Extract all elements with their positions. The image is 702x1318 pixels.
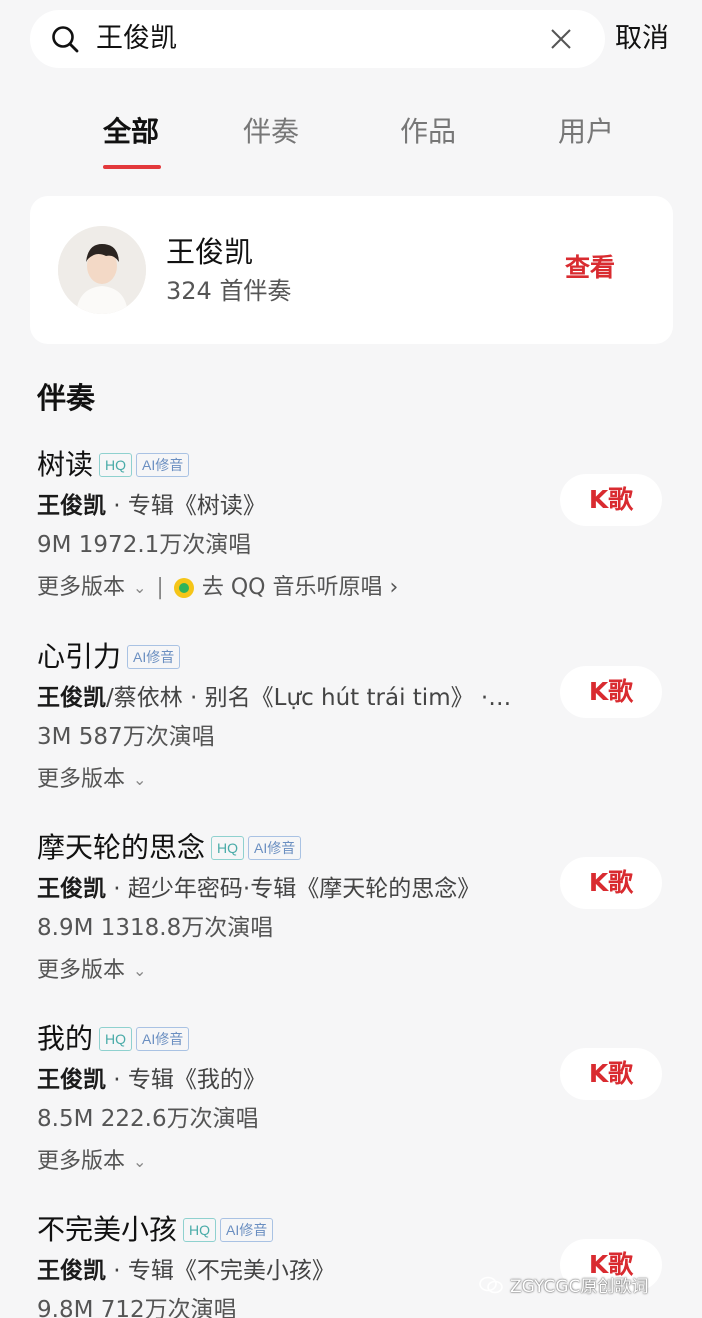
- song-album: · 专辑《不完美小孩》: [106, 1258, 335, 1284]
- more-versions-row: 更多版本 ⌄: [37, 764, 146, 796]
- chevron-down-icon: ⌄: [133, 961, 147, 980]
- song-subtitle: 王俊凯 · 专辑《我的》: [37, 1063, 549, 1097]
- more-versions-row: 更多版本 ⌄ | 去 QQ 音乐听原唱 ›: [37, 572, 398, 604]
- song-subtitle: 王俊凯/蔡依林 · 别名《Lực hút trái tim》 ·…: [37, 681, 549, 715]
- chevron-down-icon: ⌄: [133, 1152, 147, 1171]
- song-album: · 专辑《我的》: [106, 1067, 266, 1093]
- tab-works[interactable]: 作品: [400, 112, 456, 152]
- ai-badge: AI修音: [220, 1218, 274, 1242]
- k-song-button[interactable]: K歌: [560, 666, 662, 718]
- search-bar[interactable]: 王俊凯: [30, 10, 605, 68]
- song-stats: 3M 587万次演唱: [37, 724, 215, 750]
- listen-original-link[interactable]: 去 QQ 音乐听原唱 ›: [202, 572, 398, 604]
- song-artist[interactable]: 王俊凯: [37, 876, 106, 902]
- tab-users[interactable]: 用户: [558, 112, 614, 152]
- song-stats: 9M 1972.1万次演唱: [37, 532, 252, 558]
- ai-badge: AI修音: [136, 1027, 190, 1051]
- active-tab-indicator: [103, 165, 161, 169]
- artist-name: 王俊凯: [166, 235, 254, 269]
- hq-badge: HQ: [99, 1027, 133, 1051]
- cancel-button[interactable]: 取消: [615, 20, 669, 58]
- watermark: ZGYCGC原创歌词: [478, 1272, 648, 1297]
- more-versions-row: 更多版本 ⌄: [37, 955, 146, 987]
- tab-all[interactable]: 全部: [103, 112, 159, 152]
- song-artist[interactable]: 王俊凯: [37, 1258, 106, 1284]
- song-artist[interactable]: 王俊凯: [37, 493, 106, 519]
- section-title: 伴奏: [37, 381, 96, 415]
- qq-music-icon: [173, 578, 194, 598]
- tab-accompaniment[interactable]: 伴奏: [243, 112, 299, 152]
- song-stats: 9.8M 712万次演唱: [37, 1297, 237, 1318]
- more-versions-button[interactable]: 更多版本: [37, 955, 125, 987]
- song-subtitle: 王俊凯 · 超少年密码·专辑《摩天轮的思念》: [37, 872, 549, 906]
- song-stats: 8.9M 1318.8万次演唱: [37, 915, 274, 941]
- hq-badge: HQ: [211, 836, 245, 860]
- hq-badge: HQ: [99, 453, 133, 477]
- chevron-down-icon: ⌄: [133, 770, 147, 789]
- divider: |: [156, 575, 164, 600]
- more-versions-button[interactable]: 更多版本: [37, 1146, 125, 1178]
- k-song-button[interactable]: K歌: [560, 474, 662, 526]
- ai-badge: AI修音: [136, 453, 190, 477]
- artist-accompaniment-count: 324 首伴奏: [166, 277, 292, 305]
- song-title: 不完美小孩: [37, 1213, 178, 1246]
- close-icon[interactable]: [548, 26, 574, 52]
- more-versions-row: 更多版本 ⌄: [37, 1146, 146, 1178]
- view-artist-button[interactable]: 查看: [565, 250, 615, 286]
- ai-badge: AI修音: [127, 645, 181, 669]
- k-song-button[interactable]: K歌: [560, 1048, 662, 1100]
- avatar: [58, 226, 146, 314]
- song-title: 我的: [37, 1022, 94, 1055]
- song-artist[interactable]: 王俊凯: [37, 685, 106, 711]
- k-song-button[interactable]: K歌: [560, 857, 662, 909]
- song-title: 摩天轮的思念: [37, 831, 206, 864]
- search-input[interactable]: 王俊凯: [96, 20, 177, 58]
- song-title: 树读: [37, 448, 94, 481]
- wechat-icon: [479, 1276, 503, 1293]
- search-icon: [52, 26, 79, 53]
- song-album: · 专辑《树读》: [106, 493, 266, 519]
- hq-badge: HQ: [183, 1218, 217, 1242]
- more-versions-button[interactable]: 更多版本: [37, 572, 125, 604]
- list-item[interactable]: 不完美小孩 HQ AI修音 王俊凯 · 专辑《不完美小孩》 9.8M 712万次…: [0, 1210, 702, 1318]
- song-album: · 超少年密码·专辑《摩天轮的思念》: [106, 876, 481, 902]
- more-versions-button[interactable]: 更多版本: [37, 764, 125, 796]
- watermark-text: ZGYCGC原创歌词: [510, 1277, 649, 1297]
- chevron-down-icon: ⌄: [133, 578, 147, 597]
- song-album: /蔡依林 · 别名《Lực hút trái tim》 ·…: [106, 685, 512, 711]
- song-title: 心引力: [37, 640, 122, 673]
- song-subtitle: 王俊凯 · 专辑《不完美小孩》: [37, 1254, 549, 1288]
- song-artist[interactable]: 王俊凯: [37, 1067, 106, 1093]
- artist-card[interactable]: 王俊凯 324 首伴奏 查看: [30, 196, 673, 344]
- ai-badge: AI修音: [248, 836, 302, 860]
- song-stats: 8.5M 222.6万次演唱: [37, 1106, 259, 1132]
- song-subtitle: 王俊凯 · 专辑《树读》: [37, 489, 549, 523]
